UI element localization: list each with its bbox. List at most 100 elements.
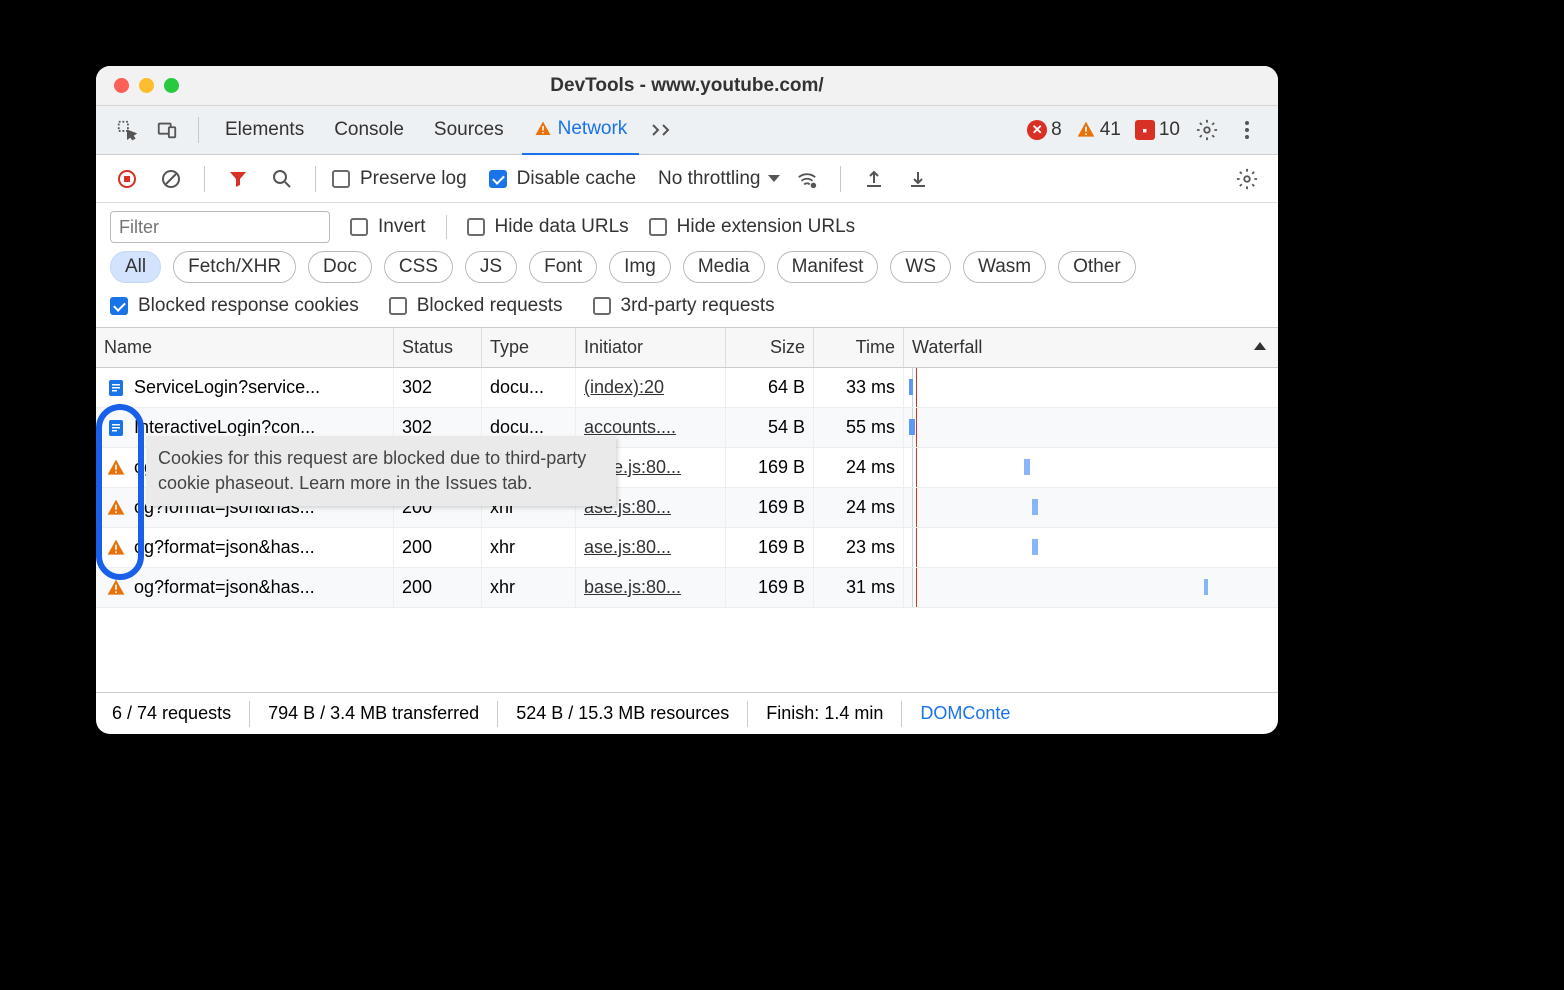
- preserve-log-label: Preserve log: [360, 168, 467, 190]
- tab-network-label: Network: [558, 118, 628, 140]
- filter-row: Invert Hide data URLs Hide extension URL…: [96, 203, 1278, 247]
- row-time: 55 ms: [814, 408, 904, 447]
- maximize-window-button[interactable]: [164, 78, 179, 93]
- panel-tabs: Elements Console Sources Network ✕ 8 41 …: [96, 106, 1278, 155]
- warning-icon: [104, 536, 128, 560]
- status-domcontentloaded[interactable]: DOMConte: [920, 703, 1010, 724]
- status-requests: 6 / 74 requests: [112, 703, 231, 724]
- row-initiator[interactable]: ase.js:80...: [584, 537, 671, 558]
- clear-button[interactable]: [154, 162, 188, 196]
- row-type: xhr: [482, 528, 576, 567]
- minimize-window-button[interactable]: [139, 78, 154, 93]
- sort-asc-icon: [1254, 342, 1266, 350]
- status-finish: Finish: 1.4 min: [766, 703, 883, 724]
- table-row[interactable]: og?format=json&has...200xhrase.js:80...1…: [96, 528, 1278, 568]
- status-resources: 524 B / 15.3 MB resources: [516, 703, 729, 724]
- close-window-button[interactable]: [114, 78, 129, 93]
- row-size: 169 B: [726, 528, 814, 567]
- row-size: 64 B: [726, 368, 814, 407]
- chip-ws[interactable]: WS: [890, 251, 951, 283]
- row-type: xhr: [482, 568, 576, 607]
- filter-input[interactable]: [110, 211, 330, 243]
- device-toggle-icon[interactable]: [150, 113, 184, 147]
- table-row[interactable]: og?format=json&has...200xhrbase.js:80...…: [96, 568, 1278, 608]
- warning-counter[interactable]: 41: [1072, 119, 1125, 141]
- hide-data-urls-checkbox[interactable]: Hide data URLs: [467, 216, 629, 238]
- chip-other[interactable]: Other: [1058, 251, 1136, 283]
- col-type[interactable]: Type: [482, 328, 576, 367]
- col-name[interactable]: Name: [96, 328, 394, 367]
- network-toolbar: Preserve log Disable cache No throttling: [96, 155, 1278, 203]
- search-icon[interactable]: [265, 162, 299, 196]
- network-settings-icon[interactable]: [1230, 162, 1264, 196]
- row-waterfall: [904, 448, 1278, 487]
- blocked-cookies-checkbox[interactable]: Blocked response cookies: [110, 295, 359, 317]
- chip-media[interactable]: Media: [683, 251, 765, 283]
- tab-console[interactable]: Console: [322, 106, 416, 155]
- col-size[interactable]: Size: [726, 328, 814, 367]
- chip-doc[interactable]: Doc: [308, 251, 372, 283]
- col-status[interactable]: Status: [394, 328, 482, 367]
- error-counter[interactable]: ✕ 8: [1023, 119, 1066, 141]
- blocked-counter[interactable]: ▪ 10: [1131, 119, 1184, 141]
- preserve-log-checkbox[interactable]: Preserve log: [332, 168, 467, 190]
- chip-fetch-xhr[interactable]: Fetch/XHR: [173, 251, 296, 283]
- throttling-value: No throttling: [658, 168, 760, 190]
- invert-checkbox[interactable]: Invert: [350, 216, 426, 238]
- row-time: 23 ms: [814, 528, 904, 567]
- row-waterfall: [904, 488, 1278, 527]
- record-button[interactable]: [110, 162, 144, 196]
- row-waterfall: [904, 368, 1278, 407]
- chip-wasm[interactable]: Wasm: [963, 251, 1046, 283]
- row-status: 200: [394, 568, 482, 607]
- col-initiator[interactable]: Initiator: [576, 328, 726, 367]
- disable-cache-checkbox[interactable]: Disable cache: [489, 168, 636, 190]
- table-row[interactable]: ServiceLogin?service...302docu...(index)…: [96, 368, 1278, 408]
- col-time[interactable]: Time: [814, 328, 904, 367]
- tab-network[interactable]: Network: [522, 106, 640, 155]
- chip-js[interactable]: JS: [465, 251, 517, 283]
- tab-sources[interactable]: Sources: [422, 106, 516, 155]
- tab-elements[interactable]: Elements: [213, 106, 316, 155]
- row-initiator[interactable]: base.js:80...: [584, 577, 681, 598]
- col-waterfall-label: Waterfall: [912, 337, 982, 358]
- settings-icon[interactable]: [1190, 113, 1224, 147]
- import-har-icon[interactable]: [857, 162, 891, 196]
- row-size: 169 B: [726, 448, 814, 487]
- network-conditions-icon[interactable]: [790, 162, 824, 196]
- more-tabs-icon[interactable]: [645, 113, 679, 147]
- row-initiator[interactable]: accounts....: [584, 417, 676, 438]
- requests-table: Name Status Type Initiator Size Time Wat…: [96, 328, 1278, 638]
- row-name: InteractiveLogin?con...: [134, 417, 315, 438]
- row-size: 54 B: [726, 408, 814, 447]
- cookie-blocked-tooltip: Cookies for this request are blocked due…: [146, 436, 616, 506]
- row-status: 200: [394, 528, 482, 567]
- chip-css[interactable]: CSS: [384, 251, 453, 283]
- throttling-select[interactable]: No throttling: [658, 168, 780, 190]
- type-chips: All Fetch/XHR Doc CSS JS Font Img Media …: [96, 247, 1278, 291]
- hide-data-label: Hide data URLs: [495, 216, 629, 238]
- chip-all[interactable]: All: [110, 251, 161, 283]
- chip-img[interactable]: Img: [609, 251, 671, 283]
- window-controls: [114, 78, 179, 93]
- chip-manifest[interactable]: Manifest: [777, 251, 879, 283]
- row-time: 24 ms: [814, 448, 904, 487]
- blocked-requests-checkbox[interactable]: Blocked requests: [389, 295, 563, 317]
- invert-label: Invert: [378, 216, 426, 238]
- row-initiator[interactable]: (index):20: [584, 377, 664, 398]
- blocked-cookies-label: Blocked response cookies: [138, 295, 359, 317]
- row-waterfall: [904, 568, 1278, 607]
- row-time: 31 ms: [814, 568, 904, 607]
- row-name: ServiceLogin?service...: [134, 377, 320, 398]
- hide-extension-urls-checkbox[interactable]: Hide extension URLs: [649, 216, 855, 238]
- row-time: 24 ms: [814, 488, 904, 527]
- filter-icon[interactable]: [221, 162, 255, 196]
- export-har-icon[interactable]: [901, 162, 935, 196]
- warning-count: 41: [1100, 119, 1121, 141]
- inspect-element-icon[interactable]: [110, 113, 144, 147]
- third-party-checkbox[interactable]: 3rd-party requests: [593, 295, 775, 317]
- col-waterfall[interactable]: Waterfall: [904, 328, 1278, 367]
- devtools-window: DevTools - www.youtube.com/ Elements Con…: [96, 66, 1278, 734]
- more-menu-icon[interactable]: [1230, 113, 1264, 147]
- chip-font[interactable]: Font: [529, 251, 597, 283]
